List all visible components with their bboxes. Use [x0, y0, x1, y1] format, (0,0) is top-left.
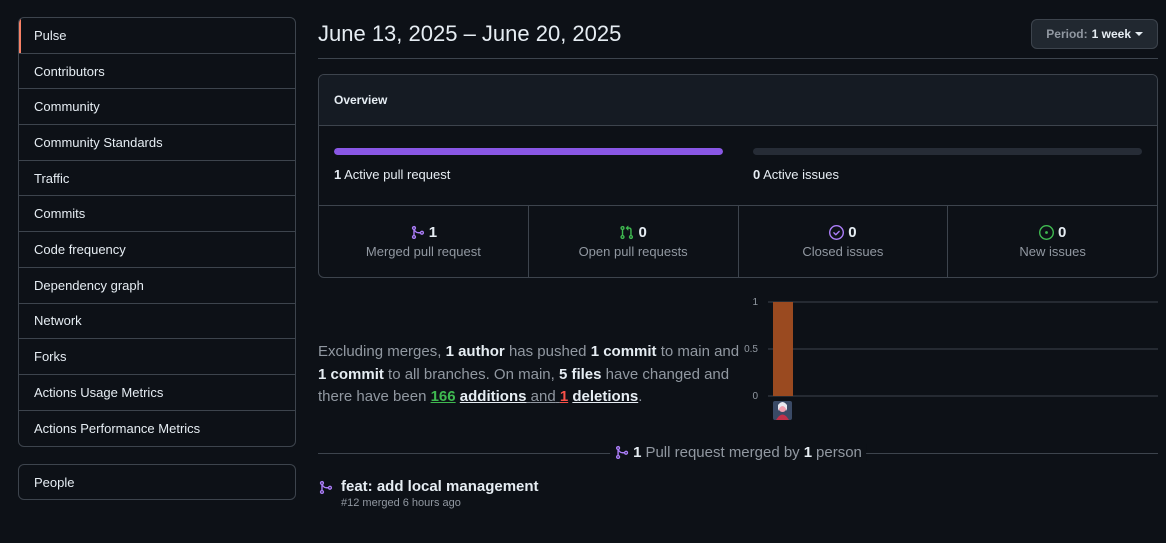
active-issues[interactable]: 0 Active issues [753, 126, 1142, 205]
y-tick-label: 1 [752, 298, 758, 308]
sidebar-item-community[interactable]: Community [19, 89, 295, 126]
sidebar-item-commits[interactable]: Commits [19, 196, 295, 233]
pull-request-progress-fill [334, 148, 723, 155]
summary-commits-all-count: 1 [318, 365, 327, 383]
closed-issues-label: Closed issues [802, 244, 884, 259]
commit-summary-section: Excluding merges, 1 author has pushed 1 … [318, 298, 1158, 509]
sidebar-item-people[interactable]: People [18, 464, 296, 501]
active-pull-requests[interactable]: 1 Active pull request [334, 126, 723, 205]
overview-box: Overview 1 Active pull request 0 Active … [318, 74, 1158, 278]
insights-menu: Pulse Contributors Community Community S… [18, 17, 296, 448]
additions-link[interactable]: 166 additions [431, 388, 527, 405]
active-pull-requests-text: Active pull request [344, 167, 451, 182]
pull-request-icon [620, 225, 634, 240]
merged-count: 1 [428, 224, 438, 241]
sidebar-item-code-frequency[interactable]: Code frequency [19, 232, 295, 268]
merge-icon [319, 480, 333, 495]
header-divider [318, 58, 1158, 59]
sidebar-item-dependency-graph[interactable]: Dependency graph [19, 268, 295, 304]
chart-gridlines [768, 301, 1158, 397]
merge-icon [615, 445, 629, 460]
summary-authors: 1 author [445, 343, 505, 360]
activity-bars: 1 Active pull request 0 Active issues [319, 126, 1157, 206]
summary-commits-main: 1 commit [590, 343, 657, 360]
merged-label: Merged pull request [365, 244, 481, 259]
merged-people-count: 1 [803, 444, 813, 461]
summary-text-1: Excluding merges, [318, 343, 442, 360]
summary-text-2: has pushed [508, 343, 587, 360]
summary-files: 5 files [558, 365, 602, 383]
chart-tick-labels: 10.50 [744, 298, 758, 402]
overview-title: Overview [319, 75, 1157, 126]
chart-bar[interactable] [773, 302, 793, 396]
summary-text-4: to all branches. On main, [388, 365, 555, 383]
sidebar-item-contributors[interactable]: Contributors [19, 54, 295, 90]
active-issues-label: 0 Active issues [753, 167, 1142, 182]
active-issues-text: Active issues [763, 167, 840, 182]
open-pull-requests-stat[interactable]: 0 Open pull requests [529, 206, 739, 277]
period-label: Period: [1046, 27, 1088, 41]
pull-request-progress [334, 148, 723, 155]
new-issues-label: New issues [1019, 244, 1086, 259]
summary-commits-all-word: commit [330, 365, 384, 383]
merged-people-text: person [816, 444, 862, 461]
commit-summary: Excluding merges, 1 author has pushed 1 … [318, 341, 748, 409]
open-pr-label: Open pull requests [578, 244, 688, 259]
sidebar-item-actions-performance-metrics[interactable]: Actions Performance Metrics [19, 411, 295, 447]
commits-by-author-chart: 10.50 [744, 298, 1158, 420]
issue-closed-icon [829, 225, 845, 240]
merged-pr-count: 1 [633, 444, 642, 461]
sidebar-item-network[interactable]: Network [19, 304, 295, 340]
summary-text-6: and [530, 388, 556, 405]
deletions-word: deletions [572, 388, 639, 405]
summary-text-7: . [638, 388, 643, 405]
pr-meta: #12 merged 6 hours ago [341, 497, 461, 509]
sidebar-item-community-standards[interactable]: Community Standards [19, 125, 295, 161]
pulse-main: June 13, 2025 – June 20, 2025 Period: 1 … [318, 17, 1158, 509]
merge-icon [411, 225, 424, 240]
sidebar-item-pulse[interactable]: Pulse [19, 18, 295, 54]
y-tick-label: 0.5 [744, 344, 758, 355]
new-issues-stat[interactable]: 0 New issues [948, 206, 1157, 277]
active-issues-count: 0 [753, 167, 761, 182]
chart-bars [773, 302, 793, 396]
y-tick-label: 0 [752, 391, 758, 402]
closed-issues-count: 0 [848, 224, 857, 241]
additions-count: 166 [430, 388, 456, 405]
merged-pr-heading: 1 Pull request merged by 1 person [610, 444, 866, 461]
pulse-header: June 13, 2025 – June 20, 2025 Period: 1 … [318, 17, 1158, 51]
contributor-avatar[interactable] [773, 401, 792, 420]
period-value: 1 week [1091, 27, 1131, 41]
merged-pr-item: feat: add local management #12 merged 6 … [318, 478, 539, 509]
open-pr-count: 0 [638, 224, 647, 241]
active-pull-requests-label: 1 Active pull request [334, 167, 723, 182]
issue-opened-icon [1038, 225, 1054, 240]
summary-text-3: to main and [660, 343, 740, 360]
issues-progress [753, 148, 1142, 155]
closed-issues-stat[interactable]: 0 Closed issues [739, 206, 949, 277]
caret-down-icon [1135, 32, 1143, 36]
sidebar-item-forks[interactable]: Forks [19, 339, 295, 375]
active-pull-requests-count: 1 [334, 167, 342, 182]
date-range-title: June 13, 2025 – June 20, 2025 [318, 21, 622, 46]
sidebar: Pulse Contributors Community Community S… [18, 17, 296, 501]
overview-stats: 1 Merged pull request 0 Open pull reques… [319, 206, 1157, 277]
additions-word: additions [459, 388, 527, 405]
merged-pr-separator: 1 Pull request merged by 1 person [318, 444, 1158, 464]
pr-title-link[interactable]: feat: add local management [341, 478, 539, 495]
sidebar-item-actions-usage-metrics[interactable]: Actions Usage Metrics [19, 375, 295, 411]
merged-pr-text: Pull request merged by [645, 444, 800, 461]
period-select-button[interactable]: Period: 1 week [1031, 19, 1158, 49]
sidebar-item-traffic[interactable]: Traffic [19, 161, 295, 197]
new-issues-count: 0 [1057, 224, 1067, 241]
deletions-link[interactable]: 1 deletions [560, 388, 638, 405]
deletions-count: 1 [559, 388, 569, 405]
merged-pull-requests-stat[interactable]: 1 Merged pull request [319, 206, 529, 277]
summary-text-6-wrap: and [526, 388, 559, 405]
